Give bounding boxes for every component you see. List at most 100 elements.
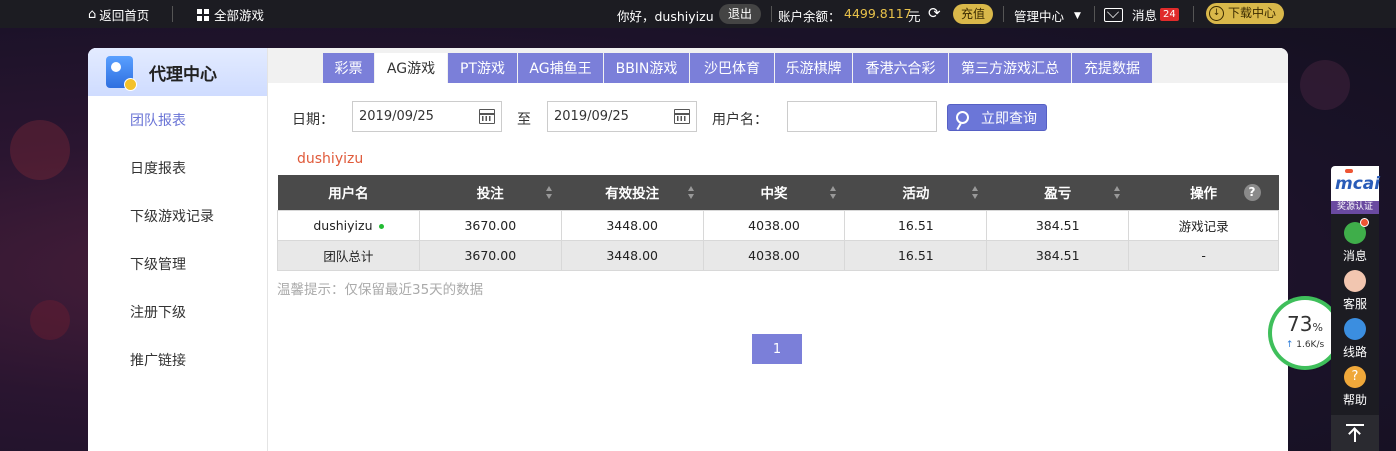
column-header-label: 中奖 xyxy=(760,186,788,203)
sidebar-item-label: 下级游戏记录 xyxy=(130,209,214,225)
network-speed-widget[interactable]: 73% ↑ 1.6K/s xyxy=(1272,300,1338,366)
date-from-input[interactable]: 2019/09/25 xyxy=(352,101,502,132)
calendar-icon[interactable] xyxy=(479,109,495,124)
sidebar-item-sub-game-records[interactable]: 下级游戏记录 xyxy=(88,192,267,240)
tab-deposit-withdraw-data[interactable]: 充提数据 xyxy=(1072,53,1152,83)
background-decoration xyxy=(30,300,70,340)
recharge-button[interactable]: 充值 xyxy=(953,4,994,24)
sidebar-item-daily-report[interactable]: 日度报表 xyxy=(88,144,267,192)
messages-link[interactable]: 消息 24 xyxy=(1104,5,1179,24)
speed-percent-unit: % xyxy=(1312,321,1323,334)
all-games-link[interactable]: 全部游戏 xyxy=(197,5,264,24)
home-link[interactable]: ⌂ 返回首页 xyxy=(88,5,149,24)
column-header-label: 用户名 xyxy=(328,186,369,203)
username-text: dushiyizu xyxy=(313,217,373,233)
column-header-label: 活动 xyxy=(902,186,930,203)
back-to-top-button[interactable] xyxy=(1331,415,1379,451)
column-header-actions: 操作? xyxy=(1128,175,1279,210)
column-header-label: 盈亏 xyxy=(1044,186,1072,203)
divider xyxy=(771,6,772,22)
download-icon: ↓ xyxy=(1209,6,1224,21)
sidebar-title: 代理中心 xyxy=(149,64,217,85)
sidebar-item-sub-management[interactable]: 下级管理 xyxy=(88,240,267,288)
sort-icon[interactable] xyxy=(829,186,837,199)
floating-sidebar: mcai 奖源认证 消息 客服 线路 ? 帮助 xyxy=(1331,166,1381,451)
sort-icon[interactable] xyxy=(688,186,695,199)
sidebar-item-register-sub[interactable]: 注册下级 xyxy=(88,288,267,336)
search-icon xyxy=(956,111,969,124)
column-header-winnings[interactable]: 中奖 xyxy=(703,175,845,210)
speed-rate-value: 1.6K/s xyxy=(1296,340,1325,350)
chevron-down-icon: ▼ xyxy=(1074,10,1081,21)
data-retention-tip: 温馨提示：仅保留最近35天的数据 xyxy=(277,282,484,298)
table-row: dushiyizu 3670.00 3448.00 4038.00 16.51 … xyxy=(277,209,1279,241)
cell-profit-loss: 384.51 xyxy=(986,239,1130,271)
float-item-customer-service[interactable]: 客服 xyxy=(1331,270,1379,312)
manage-dropdown[interactable]: 管理中心 ▼ xyxy=(1014,6,1081,25)
divider xyxy=(172,6,173,22)
download-center-button[interactable]: ↓ 下载中心 xyxy=(1206,3,1285,24)
table-header-row: 用户名 投注 有效投注 中奖 活动 盈亏 操作? xyxy=(277,175,1279,210)
column-header-valid-bet[interactable]: 有效投注 xyxy=(561,175,704,210)
logo-caption: 奖源认证 xyxy=(1331,201,1379,214)
manage-label: 管理中心 xyxy=(1014,9,1065,24)
date-to-input[interactable]: 2019/09/25 xyxy=(547,101,697,132)
tab-leyou-chess[interactable]: 乐游棋牌 xyxy=(775,53,852,83)
divider xyxy=(1094,6,1095,22)
tab-hk-mark-six[interactable]: 香港六合彩 xyxy=(853,53,948,83)
refresh-icon[interactable]: ⟳ xyxy=(928,5,941,21)
speed-percent-value: 73 xyxy=(1287,312,1313,336)
pagination-page-button[interactable]: 1 xyxy=(752,334,802,364)
tab-ag-games[interactable]: AG游戏 xyxy=(375,53,447,83)
calendar-icon[interactable] xyxy=(674,109,690,124)
arrow-up-icon xyxy=(1346,424,1364,442)
float-item-help[interactable]: ? 帮助 xyxy=(1331,366,1379,408)
speedometer-icon xyxy=(1344,318,1366,340)
cell-actions: 游戏记录 xyxy=(1128,209,1279,241)
query-button[interactable]: 立即查询 xyxy=(947,104,1047,131)
sidebar-item-team-report[interactable]: 团队报表 xyxy=(88,96,267,144)
filter-bar: 日期： 2019/09/25 至 2019/09/25 用户名： 立即查询 xyxy=(268,101,1288,133)
cell-actions: - xyxy=(1128,239,1279,271)
agent-icon xyxy=(106,56,137,91)
tab-third-party-summary[interactable]: 第三方游戏汇总 xyxy=(949,53,1071,83)
logo-text: mcai xyxy=(1335,174,1381,194)
column-header-bet[interactable]: 投注 xyxy=(419,175,562,210)
background-decoration xyxy=(1300,60,1350,110)
game-records-link[interactable]: 游戏记录 xyxy=(1179,219,1229,234)
sidebar-item-promo-link[interactable]: 推广链接 xyxy=(88,336,267,384)
float-item-messages[interactable]: 消息 xyxy=(1331,218,1379,264)
sidebar-header: 代理中心 xyxy=(88,48,267,96)
column-header-profit-loss[interactable]: 盈亏 xyxy=(986,175,1129,210)
sidebar-item-label: 日度报表 xyxy=(130,161,186,177)
float-item-routes[interactable]: 线路 xyxy=(1331,318,1379,360)
home-icon: ⌂ xyxy=(88,7,97,22)
sort-icon[interactable] xyxy=(971,186,979,199)
column-header-activity[interactable]: 活动 xyxy=(844,175,987,210)
logout-button[interactable]: 退出 xyxy=(719,4,762,24)
certification-logo[interactable]: mcai 奖源认证 xyxy=(1331,166,1381,214)
table-row-total: 团队总计 3670.00 3448.00 4038.00 16.51 384.5… xyxy=(277,239,1279,271)
agent-panel: 代理中心 团队报表 日度报表 下级游戏记录 下级管理 注册下级 推广链接 彩票 … xyxy=(88,48,1288,451)
help-icon[interactable]: ? xyxy=(1243,184,1261,201)
mail-icon xyxy=(1104,5,1123,22)
sort-icon[interactable] xyxy=(1113,186,1121,199)
online-status-icon xyxy=(378,223,384,229)
divider xyxy=(1193,6,1194,22)
tab-lottery[interactable]: 彩票 xyxy=(323,53,374,83)
tab-bbin-games[interactable]: BBIN游戏 xyxy=(604,53,689,83)
current-user-link[interactable]: dushiyizu xyxy=(297,151,363,167)
float-item-label: 线路 xyxy=(1342,345,1367,359)
agent-icon xyxy=(1344,270,1366,292)
sort-icon[interactable] xyxy=(546,186,553,199)
cell-winnings: 4038.00 xyxy=(702,239,846,271)
tab-pt-games[interactable]: PT游戏 xyxy=(448,53,517,83)
float-item-label: 帮助 xyxy=(1342,393,1367,407)
float-item-label: 客服 xyxy=(1342,297,1367,311)
tab-saba-sports[interactable]: 沙巴体育 xyxy=(690,53,774,83)
date-to-value: 2019/09/25 xyxy=(554,109,629,124)
balance-value: 4499.8117 xyxy=(844,6,912,21)
sidebar-item-label: 推广链接 xyxy=(130,353,186,369)
username-input[interactable] xyxy=(787,101,937,132)
tab-ag-fishing[interactable]: AG捕鱼王 xyxy=(518,53,603,83)
